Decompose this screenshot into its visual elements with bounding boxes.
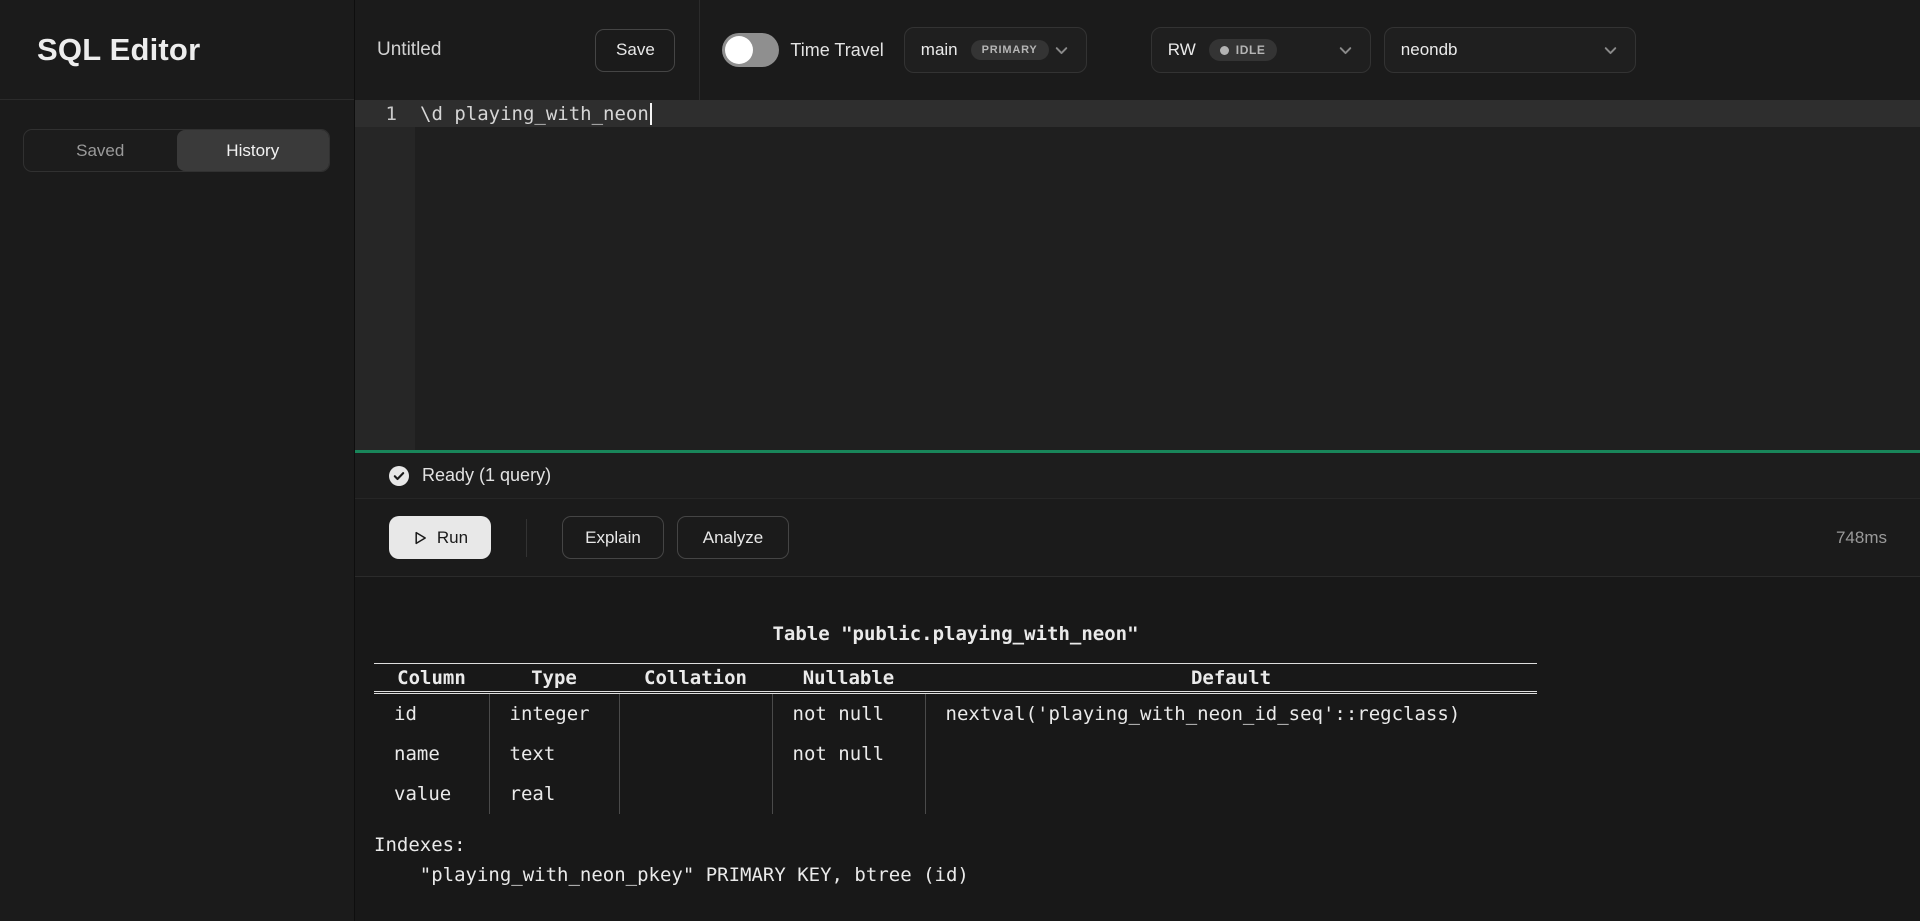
- compute-dropdown[interactable]: RW IDLE: [1151, 27, 1371, 73]
- table-cell: [925, 734, 1537, 774]
- compute-status-badge: IDLE: [1209, 39, 1277, 61]
- line-number: 1: [355, 103, 415, 125]
- table-cell: [925, 774, 1537, 814]
- save-button[interactable]: Save: [595, 29, 675, 72]
- result-table: ColumnTypeCollationNullableDefault idint…: [374, 663, 1537, 814]
- query-title[interactable]: Untitled: [377, 39, 441, 61]
- table-cell: not null: [772, 734, 925, 774]
- table-cell: real: [489, 774, 619, 814]
- time-travel-toggle[interactable]: [722, 33, 779, 67]
- table-row: nametext not null: [374, 734, 1537, 774]
- action-bar: Run Explain Analyze 748ms: [355, 499, 1920, 576]
- branch-dropdown[interactable]: main PRIMARY: [904, 27, 1087, 73]
- topbar: Untitled Save Time Travel main PRIMARY R…: [355, 0, 1920, 100]
- indexes-label: Indexes:: [374, 830, 1920, 860]
- code-text: \d playing_with_neon: [415, 103, 649, 125]
- database-name: neondb: [1401, 40, 1458, 60]
- column-header: Collation: [619, 664, 772, 692]
- analyze-button[interactable]: Analyze: [677, 516, 789, 559]
- time-travel-label: Time Travel: [790, 40, 883, 61]
- table-cell: nextval('playing_with_neon_id_seq'::regc…: [925, 694, 1537, 734]
- compute-status-text: IDLE: [1236, 43, 1266, 57]
- column-header: Type: [489, 664, 619, 692]
- table-cell: text: [489, 734, 619, 774]
- column-header: Default: [925, 664, 1537, 692]
- page-title: SQL Editor: [37, 32, 200, 68]
- sidebar: SQL Editor Saved History: [0, 0, 355, 921]
- table-cell: not null: [772, 694, 925, 734]
- table-cell: [619, 734, 772, 774]
- results-panel: Table "public.playing_with_neon" ColumnT…: [355, 576, 1920, 921]
- index-definition: "playing_with_neon_pkey" PRIMARY KEY, bt…: [374, 860, 1920, 890]
- sql-editor-app: SQL Editor Saved History Untitled Save T…: [0, 0, 1920, 921]
- table-row: valuereal: [374, 774, 1537, 814]
- table-cell: integer: [489, 694, 619, 734]
- table-cell: value: [374, 774, 489, 814]
- chevron-down-icon: [1337, 42, 1354, 59]
- chevron-down-icon: [1602, 42, 1619, 59]
- table-cell: [619, 774, 772, 814]
- table-cell: [772, 774, 925, 814]
- active-code-line[interactable]: 1 \d playing_with_neon: [355, 100, 1920, 127]
- table-cell: id: [374, 694, 489, 734]
- check-circle-icon: [389, 466, 409, 486]
- primary-badge: PRIMARY: [971, 40, 1049, 60]
- status-text: Ready (1 query): [422, 465, 551, 486]
- database-dropdown[interactable]: neondb: [1384, 27, 1636, 73]
- explain-button[interactable]: Explain: [562, 516, 664, 559]
- run-button[interactable]: Run: [389, 516, 491, 559]
- code-editor[interactable]: 1 \d playing_with_neon: [355, 100, 1920, 450]
- editor-gutter: [355, 100, 415, 450]
- table-row: idinteger not nullnextval('playing_with_n…: [374, 694, 1537, 734]
- branch-name: main: [921, 40, 958, 60]
- text-cursor: [650, 103, 652, 125]
- compute-name: RW: [1168, 40, 1196, 60]
- result-header-row: ColumnTypeCollationNullableDefault: [374, 664, 1537, 692]
- tab-saved[interactable]: Saved: [24, 130, 177, 171]
- table-cell: name: [374, 734, 489, 774]
- indexes-section: Indexes: "playing_with_neon_pkey" PRIMAR…: [374, 830, 1920, 890]
- idle-status-dot: [1220, 46, 1229, 55]
- topbar-divider: [699, 0, 700, 100]
- toggle-knob: [725, 36, 753, 64]
- tab-history[interactable]: History: [177, 130, 330, 171]
- column-header: Nullable: [772, 664, 925, 692]
- run-label: Run: [437, 528, 468, 548]
- status-bar: Ready (1 query): [355, 453, 1920, 499]
- result-table-title: Table "public.playing_with_neon": [374, 623, 1537, 645]
- column-header: Column: [374, 664, 489, 692]
- query-duration: 748ms: [1836, 528, 1887, 548]
- sidebar-header: SQL Editor: [0, 0, 354, 100]
- action-divider: [526, 519, 527, 557]
- play-icon: [412, 530, 428, 546]
- saved-history-tabs: Saved History: [23, 129, 330, 172]
- chevron-down-icon: [1053, 42, 1070, 59]
- main-panel: Untitled Save Time Travel main PRIMARY R…: [355, 0, 1920, 921]
- table-cell: [619, 694, 772, 734]
